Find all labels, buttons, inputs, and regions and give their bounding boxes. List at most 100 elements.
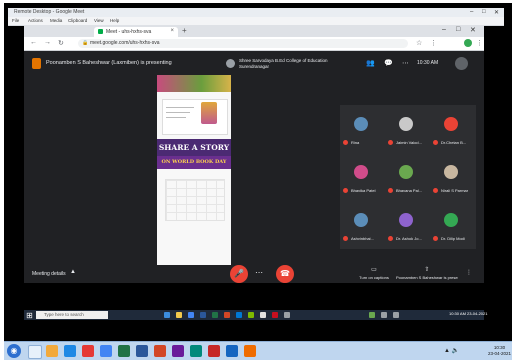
forward-icon[interactable]: → xyxy=(44,39,51,46)
participant-name: Dr. Ashok Jo... xyxy=(396,236,422,241)
mic-off-icon xyxy=(433,140,438,145)
participant-tile[interactable]: Dr. Dilip Modi xyxy=(430,201,475,247)
windows-start-icon[interactable]: ⊞ xyxy=(26,311,33,320)
excel-icon[interactable] xyxy=(212,312,218,318)
back-icon[interactable]: ← xyxy=(30,39,37,46)
remote-titlebar: Remote Desktop - Google Meet – □ ✕ xyxy=(8,8,504,17)
participant-name: Nirali S Parmar xyxy=(441,188,469,193)
browser-maximize-button[interactable]: □ xyxy=(456,26,460,33)
remote-desktop-icon[interactable] xyxy=(226,345,238,357)
taskbar-search-box[interactable]: Type here to search xyxy=(36,311,108,319)
app-icon[interactable] xyxy=(172,345,184,357)
mic-off-icon xyxy=(388,236,393,241)
browser-minimize-button[interactable]: – xyxy=(442,26,446,33)
excel-icon[interactable] xyxy=(118,345,130,357)
menu-actions[interactable]: Actions xyxy=(28,18,43,23)
extra-options-icon[interactable]: ⋮ xyxy=(464,269,474,276)
star-icon[interactable]: ☆ xyxy=(416,39,422,47)
host-start-button[interactable]: ◉ xyxy=(7,344,21,358)
end-call-button[interactable]: ☎ xyxy=(276,265,294,283)
participant-tile[interactable]: Rina xyxy=(340,105,385,151)
pinned-name: Shree Sarvodaya B.Ed College of Educatio… xyxy=(239,58,328,69)
file-explorer-icon[interactable] xyxy=(176,312,182,318)
folder-icon[interactable] xyxy=(46,345,58,357)
taskbar-search-placeholder: Type here to search xyxy=(44,312,84,317)
participant-tile[interactable]: Dr. Ashok Jo... xyxy=(385,201,430,247)
new-tab-button[interactable]: + xyxy=(182,26,187,35)
ie-icon[interactable] xyxy=(64,345,76,357)
close-tab-icon[interactable]: × xyxy=(170,28,174,34)
mic-toggle-button[interactable]: 🎤 xyxy=(230,265,248,283)
participant-tile[interactable]: Nirali S Parmar xyxy=(430,153,475,199)
self-avatar[interactable] xyxy=(455,57,468,70)
tab-meet[interactable]: Meet - uhs-hxhs-sva × xyxy=(94,27,178,37)
mic-off-icon xyxy=(388,188,393,193)
participant-name: Bhavika Patel xyxy=(351,188,376,193)
browser-close-button[interactable]: ✕ xyxy=(470,26,476,34)
system-tray-icons[interactable]: ▲ 🔈 xyxy=(444,347,459,354)
participant-tile[interactable]: Bhavika Patel xyxy=(340,153,385,199)
edge-icon[interactable] xyxy=(236,312,242,318)
menu-clipboard[interactable]: Clipboard xyxy=(68,18,87,23)
chat-icon[interactable]: 💬 xyxy=(384,59,393,67)
app-icon[interactable] xyxy=(244,345,256,357)
participant-name: Rina xyxy=(351,140,360,145)
menu-file[interactable]: File xyxy=(12,18,19,23)
participant-tile[interactable]: Jaimin Valod... xyxy=(385,105,430,151)
word-icon[interactable] xyxy=(200,312,206,318)
word-icon[interactable] xyxy=(136,345,148,357)
more-options-icon[interactable]: ⋯ xyxy=(255,268,263,277)
shared-screen: SHARE A STORY ON WORLD BOOK DAY xyxy=(157,75,231,275)
app-icon[interactable] xyxy=(260,312,266,318)
browser-menu-icon[interactable]: ⋮ xyxy=(476,39,483,47)
app-icon[interactable] xyxy=(190,345,202,357)
remote-maximize-button[interactable]: □ xyxy=(482,9,486,15)
participant-tile[interactable]: Bhavana Pal... xyxy=(385,153,430,199)
tray-icon[interactable] xyxy=(381,312,387,318)
meeting-details-label[interactable]: Meeting details xyxy=(32,271,66,277)
captions-icon[interactable]: ▭ xyxy=(364,266,384,273)
profile-avatar[interactable] xyxy=(464,39,472,47)
presenter-photo xyxy=(201,102,217,124)
app-icon[interactable] xyxy=(208,345,220,357)
mic-off-icon xyxy=(433,236,438,241)
menu-help[interactable]: Help xyxy=(110,18,119,23)
url-text[interactable]: meet.google.com/uhs-hxhs-sva xyxy=(90,40,159,46)
app-icon[interactable] xyxy=(248,312,254,318)
mic-off-icon xyxy=(388,140,393,145)
chevron-up-icon[interactable]: ▲ xyxy=(70,269,76,275)
media-icon[interactable] xyxy=(82,345,94,357)
extensions-icon[interactable]: ⋮ xyxy=(430,39,437,47)
activities-icon[interactable]: ⋯ xyxy=(402,59,409,67)
presentation-banner: SHARE A STORY xyxy=(157,139,231,156)
meet-bottom-bar: Meeting details ▲ 🎤 ⋯ ☎ ▭ Turn on captio… xyxy=(24,265,484,283)
mic-off-icon xyxy=(343,188,348,193)
chrome-icon[interactable] xyxy=(188,312,194,318)
address-bar[interactable]: 🔒 meet.google.com/uhs-hxhs-sva xyxy=(78,39,408,48)
powerpoint-icon[interactable] xyxy=(154,345,166,357)
tray-icon[interactable] xyxy=(369,312,375,318)
remote-minimize-button[interactable]: – xyxy=(470,9,473,15)
task-view-icon[interactable] xyxy=(164,312,170,318)
participant-avatar xyxy=(444,117,458,131)
participant-tile[interactable]: Dr.Chetan B... xyxy=(430,105,475,151)
people-icon[interactable]: 👥 xyxy=(366,59,375,67)
tab-strip: Meet - uhs-hxhs-sva × + – □ ✕ xyxy=(24,25,484,37)
menu-media[interactable]: Media xyxy=(50,18,62,23)
app-icon[interactable] xyxy=(272,312,278,318)
participant-avatar xyxy=(354,165,368,179)
menu-view[interactable]: View xyxy=(94,18,104,23)
present-now-icon[interactable]: ⇧ xyxy=(417,266,437,273)
participant-grid: Rina Jaimin Valod... Dr.Chetan B... Bhavika… xyxy=(340,105,476,249)
remote-close-button[interactable]: ✕ xyxy=(494,9,499,16)
reload-icon[interactable]: ↻ xyxy=(58,39,64,47)
mic-off-icon xyxy=(343,140,348,145)
app-icon[interactable] xyxy=(284,312,290,318)
explorer-icon[interactable] xyxy=(28,345,42,359)
tray-icon[interactable] xyxy=(393,312,399,318)
lock-icon: 🔒 xyxy=(82,40,89,46)
card-text-line xyxy=(166,117,186,118)
chrome-icon[interactable] xyxy=(100,345,112,357)
participant-tile[interactable]: Ashvinbhai... xyxy=(340,201,385,247)
powerpoint-icon[interactable] xyxy=(224,312,230,318)
